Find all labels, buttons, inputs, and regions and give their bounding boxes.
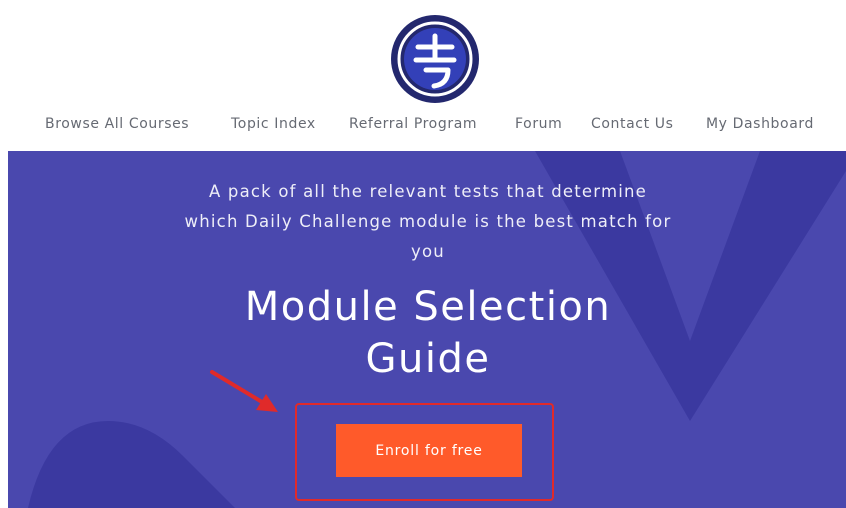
tagline-line-1: A pack of all the relevant tests that de… [208, 182, 648, 201]
page: Browse All Courses Topic Index Referral … [0, 0, 846, 508]
main-nav: Browse All Courses Topic Index Referral … [0, 116, 846, 136]
nav-referral-program[interactable]: Referral Program [349, 116, 477, 132]
nav-my-dashboard[interactable]: My Dashboard [706, 116, 814, 132]
nav-topic-index[interactable]: Topic Index [231, 116, 316, 132]
title-line-1: Module Selection [244, 284, 612, 330]
hero-banner: A pack of all the relevant tests that de… [8, 151, 846, 508]
tagline-line-3: you [411, 242, 445, 261]
nav-browse-all-courses[interactable]: Browse All Courses [45, 116, 189, 132]
nav-contact-us[interactable]: Contact Us [591, 116, 673, 132]
tagline-line-2: which Daily Challenge module is the best… [184, 212, 672, 231]
enroll-button[interactable]: Enroll for free [336, 424, 522, 477]
title-line-2: Guide [365, 336, 491, 382]
brand-logo-icon[interactable] [390, 14, 480, 104]
nav-forum[interactable]: Forum [515, 116, 562, 132]
hero-tagline: A pack of all the relevant tests that de… [158, 177, 698, 267]
page-title: Module Selection Guide [148, 281, 708, 385]
